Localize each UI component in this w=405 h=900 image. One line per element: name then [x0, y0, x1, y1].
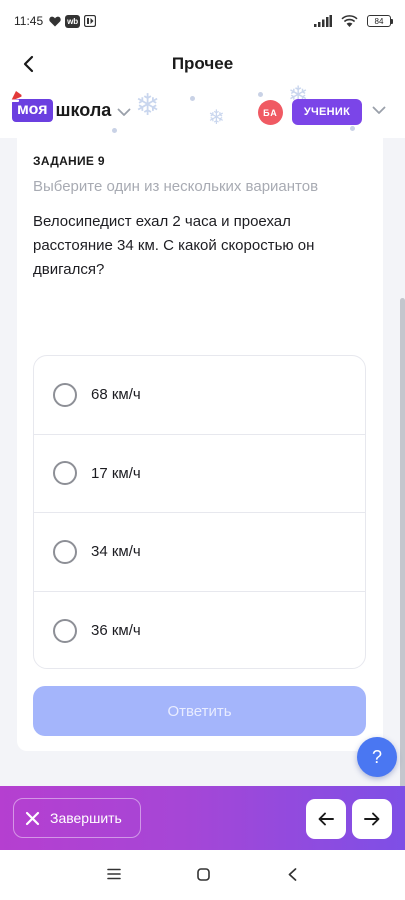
chevron-down-icon[interactable]: [372, 106, 386, 115]
snowflake-icon: ❄: [135, 89, 161, 122]
answer-options: 68 км/ч 17 км/ч 34 км/ч 36 км/ч: [33, 355, 366, 669]
arrow-left-icon: [318, 812, 334, 826]
santa-hat-icon: [10, 91, 24, 102]
task-question: Велосипедист ехал 2 часа и проехал расст…: [33, 213, 315, 278]
arrow-right-icon: [364, 812, 380, 826]
task-hint: Выберите один из нескольких вариантов: [33, 178, 319, 195]
option-label: 34 км/ч: [91, 543, 141, 561]
decor-dot: [350, 126, 355, 131]
logo-badge: моя: [10, 91, 53, 122]
chevron-left-icon: [23, 55, 34, 73]
heart-icon: [49, 16, 61, 27]
option-item[interactable]: 17 км/ч: [34, 435, 365, 513]
answer-button[interactable]: Ответить: [33, 686, 366, 736]
radio-button[interactable]: [53, 539, 77, 564]
back-button[interactable]: [14, 50, 42, 78]
decor-dot: [190, 96, 195, 101]
top-app-bar: Прочее: [0, 42, 405, 86]
next-button[interactable]: [352, 799, 392, 839]
snowflake-icon: ❄: [208, 107, 225, 129]
battery-icon: 84: [367, 15, 393, 27]
close-icon: [25, 811, 40, 826]
wifi-icon: [341, 15, 358, 27]
decor-dot: [258, 92, 263, 97]
task-card: ЗАДАНИЕ 9 Выберите один из нескольких ва…: [17, 138, 383, 751]
role-button[interactable]: УЧЕНИК: [292, 99, 362, 125]
task-label: ЗАДАНИЕ 9: [33, 154, 105, 168]
option-item[interactable]: 68 км/ч: [34, 356, 365, 435]
system-back-icon[interactable]: [288, 868, 297, 881]
logo-badge-text: моя: [17, 101, 48, 118]
status-bar: 11:45 wb 84: [0, 0, 405, 42]
chevron-down-icon[interactable]: [117, 108, 131, 117]
logo[interactable]: моя школа: [10, 91, 131, 122]
avatar[interactable]: БА: [258, 100, 283, 125]
option-item[interactable]: 36 км/ч: [34, 592, 365, 669]
finish-button[interactable]: Завершить: [13, 798, 141, 838]
decor-dot: [112, 128, 117, 133]
media-app-icon: [84, 15, 97, 27]
previous-button[interactable]: [306, 799, 346, 839]
radio-button[interactable]: [53, 461, 77, 486]
logo-text: школа: [55, 100, 112, 120]
option-label: 17 км/ч: [91, 464, 141, 482]
menu-icon[interactable]: [107, 868, 121, 880]
wb-app-icon: wb: [65, 14, 81, 28]
finish-label: Завершить: [50, 810, 122, 826]
page-title: Прочее: [171, 54, 234, 73]
bottom-action-bar: Завершить: [0, 786, 405, 850]
home-icon[interactable]: [197, 868, 210, 881]
help-button[interactable]: ?: [357, 737, 397, 777]
status-time: 11:45: [14, 14, 44, 28]
radio-button[interactable]: [53, 382, 77, 407]
scrollbar-thumb[interactable]: [400, 298, 405, 788]
option-item[interactable]: 34 км/ч: [34, 513, 365, 592]
option-label: 36 км/ч: [91, 622, 141, 640]
system-navigation-bar: [0, 850, 405, 900]
signal-icon: [314, 15, 332, 27]
radio-button[interactable]: [53, 618, 77, 643]
option-label: 68 км/ч: [91, 386, 141, 404]
